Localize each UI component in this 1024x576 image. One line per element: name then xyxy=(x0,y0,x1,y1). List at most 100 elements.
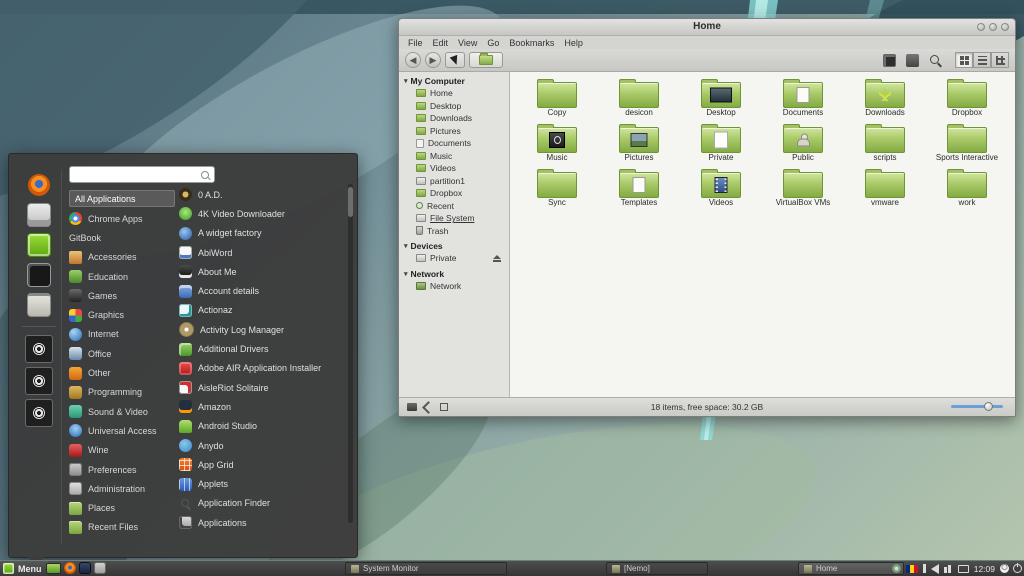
sidebar-item-home[interactable]: Home xyxy=(399,87,509,100)
zoom-slider-knob[interactable] xyxy=(984,402,993,411)
category-office[interactable]: Office xyxy=(69,344,175,363)
back-button[interactable]: ◀ xyxy=(405,52,421,68)
search-input[interactable] xyxy=(70,169,201,180)
eject-icon[interactable] xyxy=(493,255,501,262)
menubar-file[interactable]: File xyxy=(403,38,428,48)
app-4k-video-downloader[interactable]: 4K Video Downloader xyxy=(179,204,347,223)
breadcrumb-home[interactable] xyxy=(469,52,503,68)
file-view[interactable]: CopydesiconDesktopDocumentsDownloadsDrop… xyxy=(510,72,1015,398)
sidebar-item-trash[interactable]: Trash xyxy=(399,225,509,238)
menu-scrollbar[interactable] xyxy=(348,184,353,523)
favorite-software-manager[interactable] xyxy=(24,230,54,260)
sidebar-item-network[interactable]: Network xyxy=(399,280,509,293)
favorite-desktop-settings[interactable] xyxy=(24,200,54,230)
file-vmware[interactable]: vmware xyxy=(844,166,926,211)
file-videos[interactable]: Videos xyxy=(680,166,762,211)
category-universal-access[interactable]: Universal Access xyxy=(69,421,175,440)
sidebar-item-file-system[interactable]: File System xyxy=(399,212,509,225)
category-administration[interactable]: Administration xyxy=(69,479,175,498)
file-desktop[interactable]: Desktop xyxy=(680,76,762,121)
menubar-go[interactable]: Go xyxy=(482,38,504,48)
taskbar-window-home[interactable]: Home xyxy=(798,562,904,575)
file-sync[interactable]: Sync xyxy=(516,166,598,211)
app-anydo[interactable]: Anydo xyxy=(179,436,347,455)
category-internet[interactable]: Internet xyxy=(69,325,175,344)
category-education[interactable]: Education xyxy=(69,267,175,286)
open-terminal-icon[interactable] xyxy=(883,54,896,67)
sidebar-item-documents[interactable]: Documents xyxy=(399,137,509,150)
menubar-edit[interactable]: Edit xyxy=(428,38,454,48)
app-account-details[interactable]: Account details xyxy=(179,281,347,300)
category-other[interactable]: Other xyxy=(69,363,175,382)
file-templates[interactable]: Templates xyxy=(598,166,680,211)
sidebar-section-devices[interactable]: ▾Devices xyxy=(399,237,509,252)
quit-button[interactable] xyxy=(25,399,53,427)
sidebar-section-my-computer[interactable]: ▾My Computer xyxy=(399,72,509,87)
menubar-bookmarks[interactable]: Bookmarks xyxy=(504,38,559,48)
category-recent-files[interactable]: Recent Files xyxy=(69,518,175,537)
app-about-me[interactable]: About Me xyxy=(179,262,347,281)
app-additional-drivers[interactable]: Additional Drivers xyxy=(179,339,347,358)
minimize-button[interactable] xyxy=(977,23,985,31)
menu-scrollbar-thumb[interactable] xyxy=(348,187,353,217)
category-wine[interactable]: Wine xyxy=(69,441,175,460)
user-tray-icon[interactable] xyxy=(1000,564,1009,573)
app-applets[interactable]: Applets xyxy=(179,474,347,493)
category-graphics[interactable]: Graphics xyxy=(69,305,175,324)
favorite-terminal[interactable] xyxy=(24,260,54,290)
menubar-view[interactable]: View xyxy=(453,38,482,48)
terminal-launcher[interactable] xyxy=(94,562,106,574)
network-tray-icon[interactable] xyxy=(944,564,953,573)
file-music[interactable]: Music xyxy=(516,121,598,166)
sidebar-item-recent[interactable]: Recent xyxy=(399,200,509,213)
taskbar-window-system-monitor[interactable]: System Monitor xyxy=(345,562,507,575)
app-aisleriot-solitaire[interactable]: AisleRiot Solitaire xyxy=(179,378,347,397)
app-amazon[interactable]: Amazon xyxy=(179,397,347,416)
app-application-finder[interactable]: Application Finder xyxy=(179,494,347,513)
category-programming[interactable]: Programming xyxy=(69,383,175,402)
app-adobe-air-application-installer[interactable]: Adobe AIR Application Installer xyxy=(179,359,347,378)
category-preferences[interactable]: Preferences xyxy=(69,460,175,479)
menubar-help[interactable]: Help xyxy=(559,38,588,48)
file-downloads[interactable]: Downloads xyxy=(844,76,926,121)
category-sound-video[interactable]: Sound & Video xyxy=(69,402,175,421)
category-all-applications[interactable]: All Applications xyxy=(69,190,175,207)
flag-tray-icon[interactable] xyxy=(906,565,918,573)
category-gitbook[interactable]: GitBook xyxy=(69,228,175,247)
app-activity-log-manager[interactable]: Activity Log Manager xyxy=(179,320,347,339)
menu-search-box[interactable] xyxy=(69,166,215,183)
compact-view-button[interactable] xyxy=(991,52,1009,68)
toggle-location-icon[interactable] xyxy=(906,54,919,67)
sidebar-item-music[interactable]: Music xyxy=(399,150,509,163)
zoom-slider[interactable] xyxy=(951,405,1003,408)
clock[interactable]: 12:09 xyxy=(974,564,995,574)
edit-location-button[interactable] xyxy=(445,52,465,68)
category-chrome-apps[interactable]: Chrome Apps xyxy=(69,209,175,228)
sidebar-item-dropbox[interactable]: Dropbox xyxy=(399,187,509,200)
firefox-launcher[interactable] xyxy=(64,562,76,574)
menu-button[interactable]: Menu xyxy=(0,561,48,576)
cursor-tray-icon[interactable] xyxy=(923,564,926,573)
file-public[interactable]: Public xyxy=(762,121,844,166)
file-documents[interactable]: Documents xyxy=(762,76,844,121)
sidebar-section-network[interactable]: ▾Network xyxy=(399,265,509,280)
updates-tray-icon[interactable] xyxy=(892,564,901,573)
app-launcher[interactable] xyxy=(79,562,91,574)
logout-button[interactable] xyxy=(25,367,53,395)
maximize-button[interactable] xyxy=(989,23,997,31)
app-0-a-d[interactable]: 0 A.D. xyxy=(179,185,347,204)
app-app-grid[interactable]: App Grid xyxy=(179,455,347,474)
sidebar-item-downloads[interactable]: Downloads xyxy=(399,112,509,125)
file-copy[interactable]: Copy xyxy=(516,76,598,121)
category-accessories[interactable]: Accessories xyxy=(69,248,175,267)
close-button[interactable] xyxy=(1001,23,1009,31)
sidebar-item-private[interactable]: Private xyxy=(399,252,509,265)
search-icon[interactable] xyxy=(929,54,942,67)
app-actionaz[interactable]: Actionaz xyxy=(179,301,347,320)
taskbar-window-nemo[interactable]: [Nemo] xyxy=(606,562,708,575)
icon-view-button[interactable] xyxy=(955,52,973,68)
file-private[interactable]: Private xyxy=(680,121,762,166)
lock-screen-button[interactable] xyxy=(25,335,53,363)
favorite-firefox[interactable] xyxy=(24,170,54,200)
sidebar-item-partition1[interactable]: partition1 xyxy=(399,175,509,188)
